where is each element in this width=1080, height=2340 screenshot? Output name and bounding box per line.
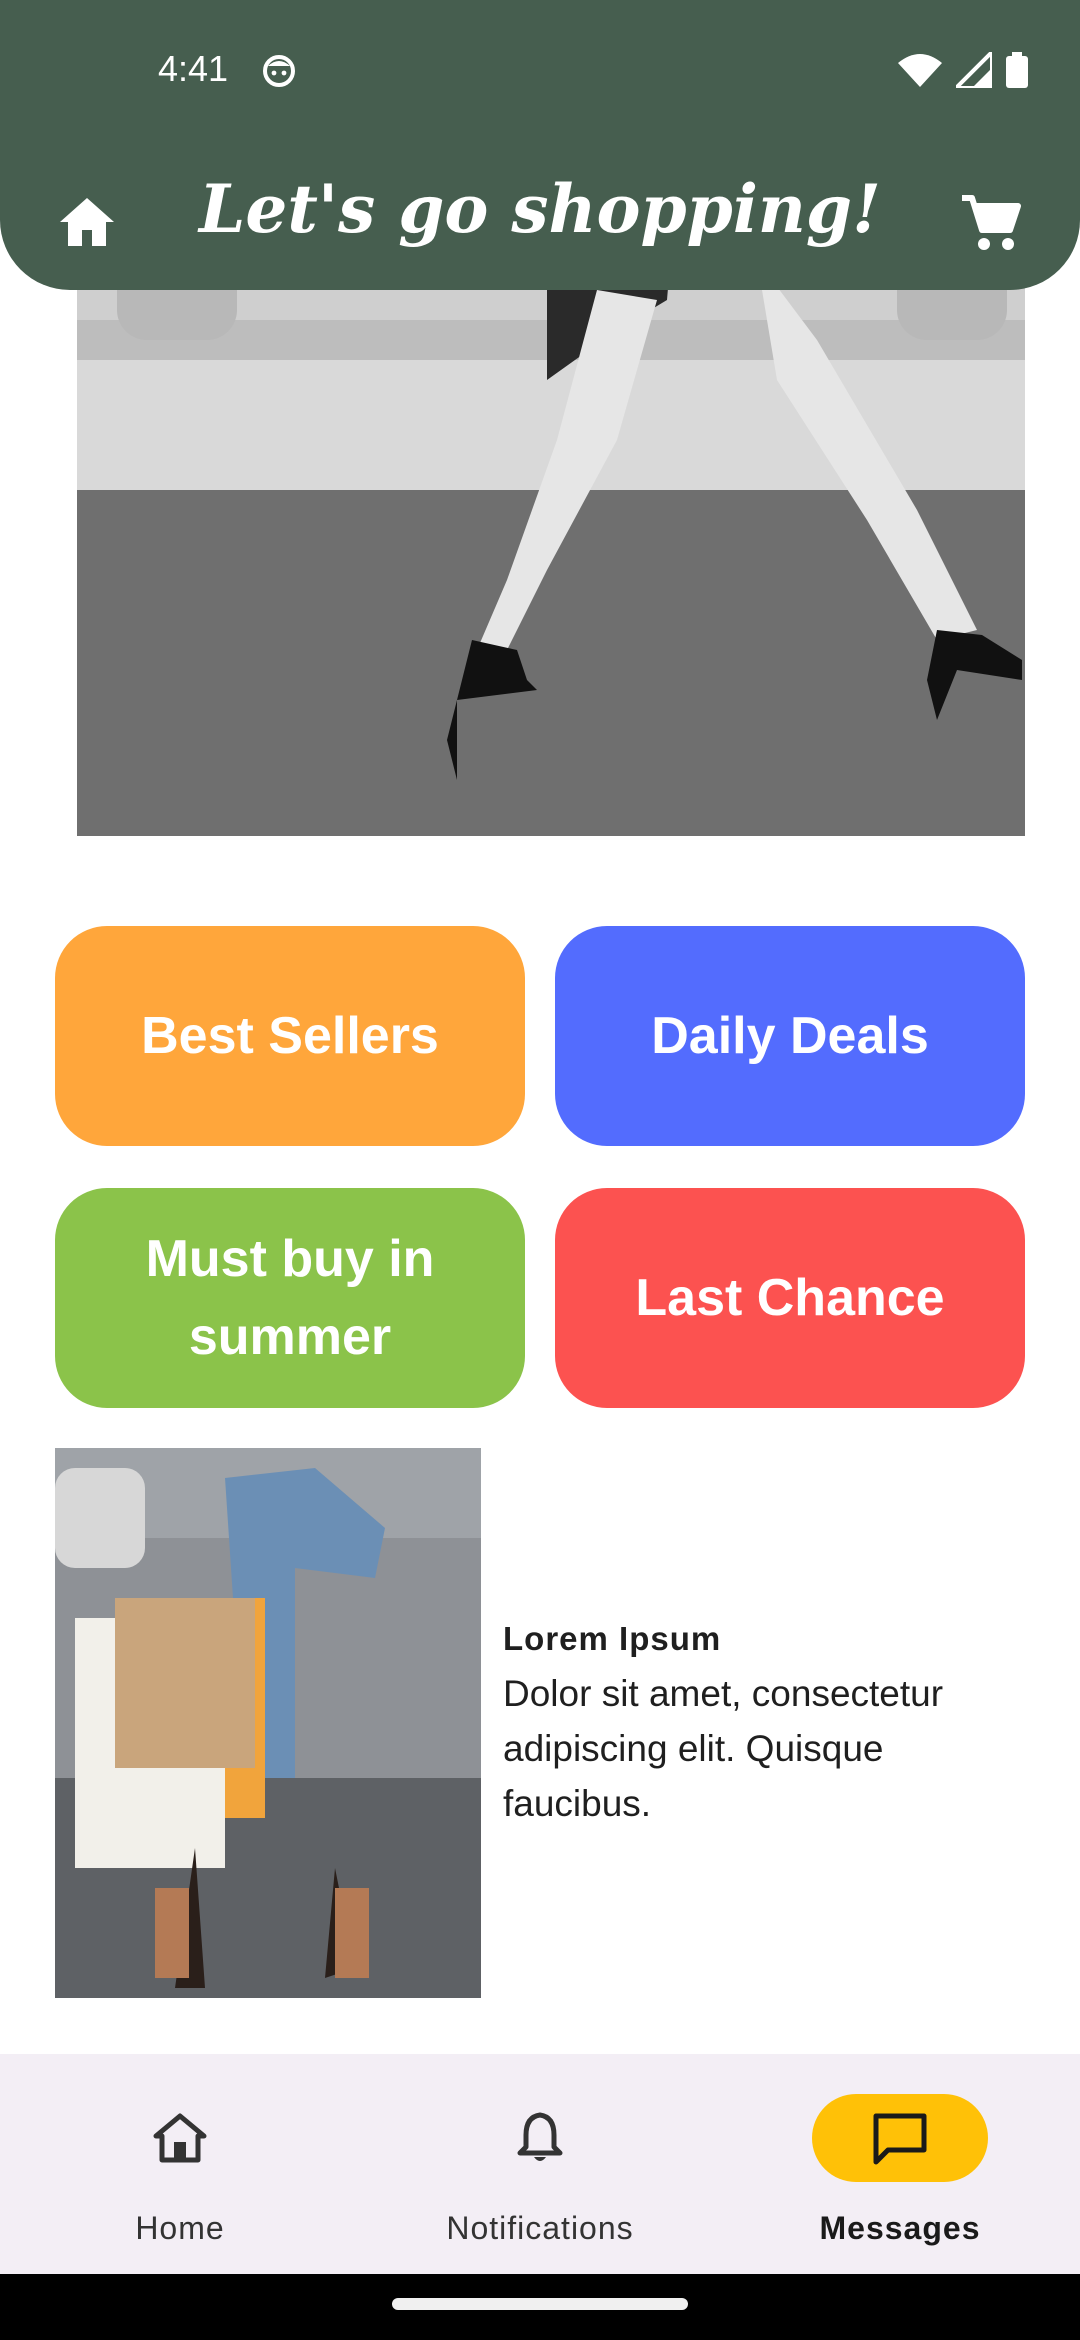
system-gesture-bar	[0, 2274, 1080, 2340]
home-outline-icon	[153, 2113, 207, 2163]
category-grid: Best Sellers Daily Deals Must buy in sum…	[55, 926, 1025, 1408]
battery-icon	[1006, 52, 1028, 88]
card-title: Lorem Ipsum	[503, 1620, 722, 1657]
app-title: Let's go shopping!	[198, 170, 881, 248]
wifi-icon	[898, 54, 942, 87]
android-face-icon	[263, 55, 295, 87]
card-image	[55, 1448, 481, 1998]
nav-item-home[interactable]: Home	[0, 2054, 360, 2274]
daily-deals-button[interactable]: Daily Deals	[555, 926, 1025, 1146]
shopping-cart-icon[interactable]	[960, 194, 1022, 254]
nav-label-notifications: Notifications	[446, 2210, 634, 2246]
nav-item-messages[interactable]: Messages	[720, 2054, 1080, 2274]
must-buy-in-summer-button[interactable]: Must buy in summer	[55, 1188, 525, 1408]
card-illustration	[55, 1448, 481, 1998]
status-icons	[898, 52, 1028, 88]
content-card[interactable]: Lorem Ipsum Dolor sit amet, consectetur …	[55, 1448, 1025, 1998]
nav-home-icon-wrap	[92, 2094, 268, 2182]
status-bar: 4:41	[0, 0, 1080, 140]
card-text: Lorem Ipsum Dolor sit amet, consectetur …	[503, 1620, 1023, 1831]
bell-icon	[517, 2112, 563, 2161]
best-sellers-button[interactable]: Best Sellers	[55, 926, 525, 1146]
bottom-navigation: Home Notifications Messages	[0, 2054, 1080, 2274]
nav-messages-icon-wrap	[812, 2094, 988, 2182]
nav-item-notifications[interactable]: Notifications	[360, 2054, 720, 2274]
nav-label-messages: Messages	[819, 2210, 981, 2246]
status-time: 4:41	[158, 48, 229, 89]
nav-label-home: Home	[135, 2210, 225, 2246]
chat-bubble-icon	[873, 2113, 927, 2165]
app-bar: 4:41 Let's go shopping!	[0, 0, 1080, 290]
cellular-signal-icon	[956, 52, 992, 88]
last-chance-button[interactable]: Last Chance	[555, 1188, 1025, 1408]
card-body: Dolor sit amet, consectetur adipiscing e…	[503, 1673, 944, 1824]
nav-notifications-icon-wrap	[452, 2094, 628, 2182]
must-buy-in-summer-label: Must buy in summer	[145, 1230, 435, 1366]
home-gesture-handle[interactable]	[392, 2298, 688, 2310]
